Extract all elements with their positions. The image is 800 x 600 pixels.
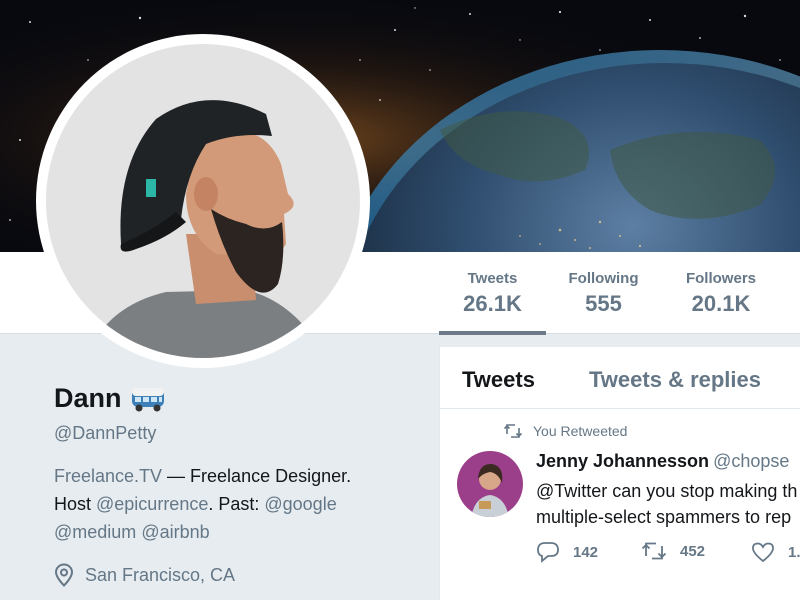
bio-text: — Freelance Designer.: [162, 466, 352, 486]
profile-location-text: San Francisco, CA: [85, 564, 236, 585]
stat-following-label: Following: [568, 270, 639, 287]
reply-count: 142: [573, 543, 599, 561]
tweet-text: @Twitter can you stop making th multiple…: [536, 478, 800, 530]
bio-text: Host: [54, 494, 97, 514]
tweet-author-avatar[interactable]: [457, 451, 523, 517]
tab-tweets[interactable]: Tweets: [462, 367, 535, 393]
stat-following[interactable]: Following 555: [556, 252, 651, 334]
retweet-count: 452: [680, 542, 706, 560]
bio-mention-google[interactable]: @google: [264, 494, 336, 514]
retweet-icon: [641, 542, 667, 560]
tweet-author-handle[interactable]: @chopse: [713, 451, 789, 471]
profile-info: Dann @DannPetty Freelance.TV — Freelance…: [0, 335, 439, 600]
tweet-author-name[interactable]: Jenny Johannesson: [536, 451, 709, 471]
timeline-tabs: Tweets Tweets & replies: [440, 347, 800, 409]
profile-avatar[interactable]: [36, 34, 370, 368]
profile-name-row: Dann: [54, 383, 166, 414]
bio-mention-medium[interactable]: @medium: [54, 522, 136, 542]
tab-tweets-and-replies[interactable]: Tweets & replies: [589, 367, 761, 393]
tweet-header: Jenny Johannesson @chopse: [536, 451, 789, 472]
like-count: 1.: [788, 543, 800, 561]
reply-button[interactable]: 142: [536, 541, 598, 563]
bio-mention-airbnb[interactable]: @airbnb: [141, 522, 209, 542]
stat-followers-value: 20.1K: [691, 291, 751, 316]
heart-icon: [752, 542, 774, 563]
stat-tweets-label: Tweets: [467, 270, 518, 287]
like-button[interactable]: 1.: [751, 541, 800, 563]
profile-name: Dann: [54, 383, 122, 413]
stat-tweets-value: 26.1K: [463, 291, 522, 316]
reply-icon: [537, 542, 559, 563]
stat-following-value: 555: [585, 291, 622, 316]
stat-followers[interactable]: Followers 20.1K: [670, 252, 772, 334]
profile-handle: @DannPetty: [54, 423, 157, 443]
stat-tweets[interactable]: Tweets 26.1K: [439, 252, 546, 335]
timeline-panel: Tweets Tweets & replies You Retweeted Je…: [439, 347, 800, 600]
profile-location: San Francisco, CA: [54, 563, 235, 587]
retweet-context: You Retweeted: [504, 423, 627, 439]
tweet-text-line: @Twitter can you stop making th: [536, 481, 798, 501]
retweet-button[interactable]: 452: [641, 541, 705, 561]
location-pin-icon: [54, 563, 74, 587]
tweet-actions: 142 452 1.: [536, 541, 800, 565]
tweet-text-line: multiple-select spammers to rep: [536, 507, 792, 527]
bus-icon: [131, 387, 164, 411]
stat-followers-label: Followers: [685, 270, 756, 287]
retweet-small-icon: [504, 424, 522, 438]
bio-mention-epicurrence[interactable]: @epicurrence: [96, 494, 208, 514]
retweet-context-text: You Retweeted: [533, 423, 628, 439]
tweet-item[interactable]: You Retweeted Jenny Johannesson @chopse @…: [440, 409, 800, 599]
bio-link-freelance-tv[interactable]: Freelance.TV: [54, 466, 162, 486]
profile-bio: Freelance.TV — Freelance Designer. Host …: [54, 462, 424, 546]
profile-page: Tweets 26.1K Following 555 Followers 20.…: [0, 0, 800, 600]
bio-text: . Past:: [208, 494, 265, 514]
